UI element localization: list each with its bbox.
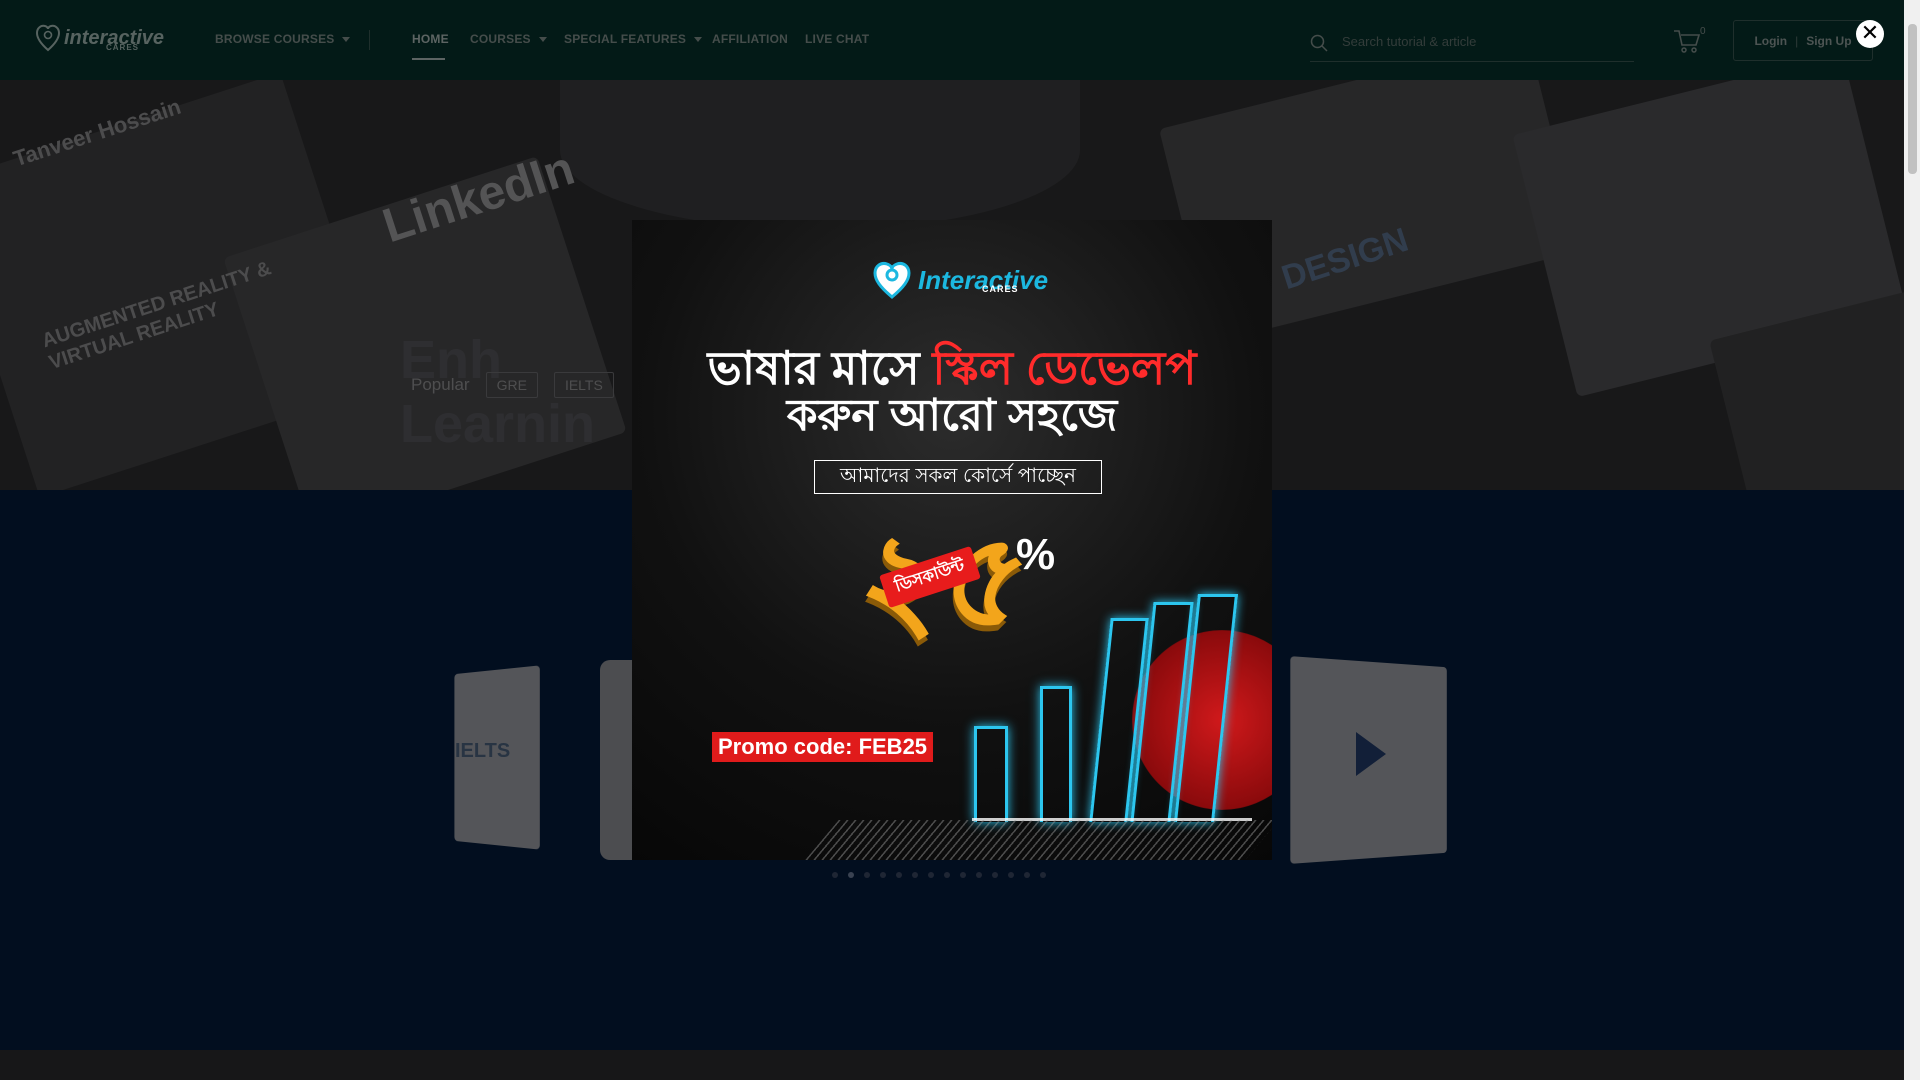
- close-icon: ✕: [1860, 21, 1880, 46]
- promo-code-badge: Promo code: FEB25: [712, 732, 934, 762]
- stairs-graphic: [805, 820, 1272, 860]
- promo-headline-line2: করুন আরো সহজে: [786, 391, 1118, 440]
- promo-logo-subtext: CARES: [982, 284, 1019, 294]
- percent-sign: %: [1016, 530, 1056, 579]
- promo-headline-text: ভাষার মাসে: [707, 342, 933, 394]
- promo-logo: Interactive CARES: [872, 260, 1048, 300]
- promo-subline: আমাদের সকল কোর্সে পাচ্ছেন: [814, 460, 1102, 494]
- promo-popup: Interactive CARES ভাষার মাসে স্কিল ডেভেল…: [632, 220, 1272, 860]
- neon-bar: [1040, 686, 1072, 822]
- page-scrollbar[interactable]: [1904, 0, 1920, 1080]
- logo-heart-icon: [873, 262, 911, 299]
- neon-bar: [974, 726, 1008, 822]
- promo-headline-highlight: স্কিল ডেভেলপ: [932, 342, 1197, 394]
- close-popup-button[interactable]: ✕: [1856, 20, 1884, 48]
- scrollbar-thumb[interactable]: [1908, 24, 1917, 174]
